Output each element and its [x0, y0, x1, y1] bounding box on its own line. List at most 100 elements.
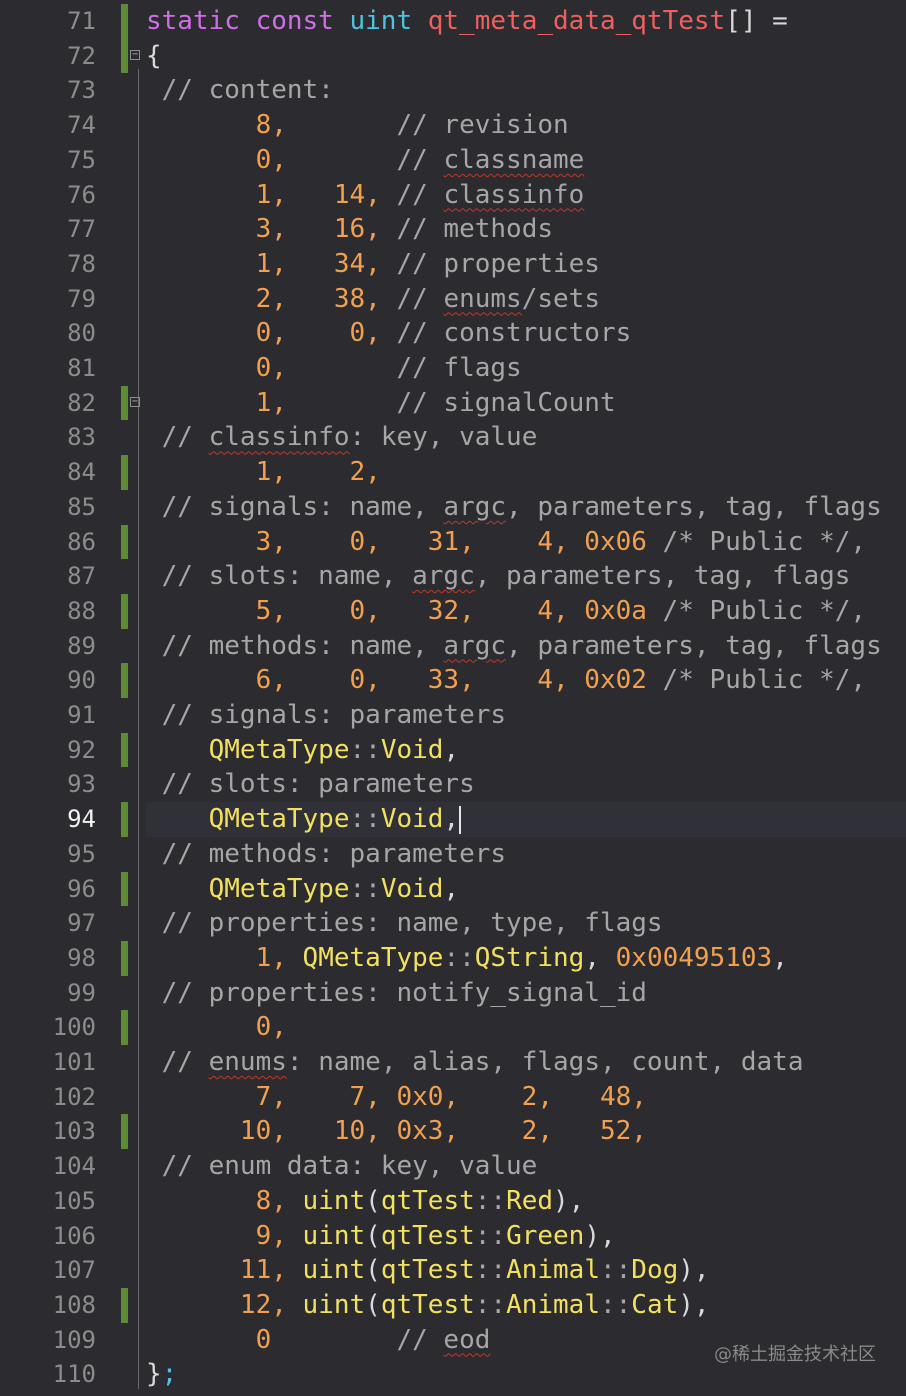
code-line[interactable]: 79 2, 38, // enums/sets [0, 282, 906, 317]
line-number: 71 [67, 7, 96, 35]
code-line[interactable]: 84 1, 2, [0, 455, 906, 490]
code-text[interactable]: // enum data: key, value [146, 1149, 538, 1184]
code-line[interactable]: 71 static const uint qt_meta_data_qtTest[… [0, 4, 906, 39]
code-text[interactable]: // slots: name, argc, parameters, tag, f… [146, 559, 851, 594]
line-number: 92 [67, 735, 96, 764]
code-text[interactable]: 10, 10, 0x3, 2, 52, [146, 1114, 647, 1149]
code-text[interactable]: // signals: name, argc, parameters, tag,… [146, 490, 882, 525]
code-text[interactable]: // properties: notify_signal_id [146, 976, 647, 1011]
code-line[interactable]: 83 // classinfo: key, value [0, 420, 906, 455]
code-line[interactable]: 73 // content: [0, 73, 906, 108]
code-text[interactable]: 0, // flags [146, 351, 522, 386]
code-line[interactable]: 91 // signals: parameters [0, 698, 906, 733]
code-text[interactable]: // properties: name, type, flags [146, 906, 663, 941]
code-editor[interactable]: 71 static const uint qt_meta_data_qtTest[… [0, 0, 906, 1396]
line-number: 73 [67, 76, 96, 105]
line-number: 85 [67, 492, 96, 521]
code-line[interactable]: 92 QMetaType::Void, [0, 732, 906, 768]
code-text[interactable]: 1, // signalCount [146, 386, 616, 421]
code-text[interactable]: 1, 2, [146, 455, 381, 490]
code-line[interactable]: 89 // methods: name, argc, parameters, t… [0, 629, 906, 664]
code-line[interactable]: 105 8, uint(qtTest::Red), [0, 1184, 906, 1219]
code-text[interactable]: 0, 0, // constructors [146, 316, 632, 351]
code-line[interactable]: 75 0, // classname [0, 143, 906, 178]
code-line[interactable]: 93 // slots: parameters [0, 767, 906, 802]
change-marker [121, 802, 128, 837]
code-text[interactable]: 0 // eod [146, 1323, 491, 1358]
code-line[interactable]: 77 3, 16, // methods [0, 212, 906, 247]
code-text[interactable]: 3, 16, // methods [146, 212, 553, 247]
code-text[interactable]: QMetaType::Void, [146, 733, 459, 768]
code-text[interactable]: 3, 0, 31, 4, 0x06 /* Public */, [146, 525, 867, 560]
code-text[interactable]: // methods: parameters [146, 837, 506, 872]
line-number: 91 [67, 701, 96, 729]
line-number: 77 [67, 215, 96, 244]
code-line[interactable]: 80 0, 0, // constructors [0, 316, 906, 351]
code-line[interactable]: 85 // signals: name, argc, parameters, t… [0, 490, 906, 525]
code-line[interactable]: 106 9, uint(qtTest::Green), [0, 1219, 906, 1254]
code-text[interactable]: 1, 14, // classinfo [146, 178, 585, 213]
code-line[interactable]: 108 12, uint(qtTest::Animal::Cat), [0, 1287, 906, 1323]
code-text[interactable]: 1, QMetaType::QString, 0x00495103, [146, 941, 788, 976]
code-line[interactable]: 97 // properties: name, type, flags [0, 906, 906, 941]
code-line[interactable]: 102 7, 7, 0x0, 2, 48, [0, 1080, 906, 1115]
code-text[interactable]: // slots: parameters [146, 767, 475, 802]
line-number: 107 [52, 1256, 96, 1285]
code-text[interactable]: 11, uint(qtTest::Animal::Dog), [146, 1253, 710, 1288]
watermark: @稀土掘金技术社区 [714, 1344, 876, 1365]
code-line[interactable]: 96 QMetaType::Void, [0, 871, 906, 907]
code-line[interactable]: 107 11, uint(qtTest::Animal::Dog), [0, 1253, 906, 1288]
code-text[interactable]: 8, uint(qtTest::Red), [146, 1184, 585, 1219]
code-text[interactable]: 6, 0, 33, 4, 0x02 /* Public */, [146, 663, 867, 698]
code-line[interactable]: 86 3, 0, 31, 4, 0x06 /* Public */, [0, 524, 906, 560]
code-text[interactable]: 7, 7, 0x0, 2, 48, [146, 1080, 647, 1115]
code-line[interactable]: 100 0, [0, 1010, 906, 1045]
code-line[interactable]: 95 // methods: parameters [0, 837, 906, 872]
code-text[interactable]: QMetaType::Void, [146, 872, 459, 907]
code-text[interactable]: 2, 38, // enums/sets [146, 282, 600, 317]
code-text[interactable]: static const uint qt_meta_data_qtTest[] … [146, 4, 788, 39]
code-text[interactable]: 0, // classname [146, 143, 585, 178]
code-text[interactable]: // methods: name, argc, parameters, tag,… [146, 629, 882, 664]
change-marker [121, 1114, 128, 1150]
line-number: 110 [52, 1360, 96, 1389]
code-line[interactable]: 90 6, 0, 33, 4, 0x02 /* Public */, [0, 663, 906, 698]
code-text[interactable]: // classinfo: key, value [146, 420, 538, 455]
code-line[interactable]: 88 5, 0, 32, 4, 0x0a /* Public */, [0, 593, 906, 629]
code-line[interactable]: 104 // enum data: key, value [0, 1149, 906, 1184]
change-marker [121, 940, 128, 976]
code-text[interactable]: 12, uint(qtTest::Animal::Cat), [146, 1288, 710, 1323]
line-number: 89 [67, 631, 96, 660]
code-text[interactable]: 0, [146, 1010, 287, 1045]
code-line[interactable]: 76 1, 14, // classinfo [0, 178, 906, 213]
code-line[interactable]: 74 8, // revision [0, 108, 906, 143]
fold-toggle-icon[interactable] [130, 396, 140, 407]
code-text[interactable]: 1, 34, // properties [146, 247, 600, 282]
code-text[interactable]: 5, 0, 32, 4, 0x0a /* Public */, [146, 594, 867, 629]
code-text[interactable]: // enums: name, alias, flags, count, dat… [146, 1045, 804, 1080]
line-number: 108 [52, 1290, 96, 1319]
line-number: 109 [52, 1325, 96, 1354]
line-number: 78 [67, 249, 96, 278]
code-line[interactable]: 87 // slots: name, argc, parameters, tag… [0, 559, 906, 594]
code-text[interactable]: 9, uint(qtTest::Green), [146, 1219, 616, 1254]
code-line[interactable]: 103 10, 10, 0x3, 2, 52, [0, 1114, 906, 1150]
fold-toggle-icon[interactable] [130, 49, 140, 60]
code-text[interactable]: 8, // revision [146, 108, 569, 143]
code-text[interactable]: }; [146, 1357, 177, 1392]
code-line[interactable]: 82 1, // signalCount [0, 385, 906, 421]
code-line[interactable]: 81 0, // flags [0, 351, 906, 386]
code-line[interactable]: 94 QMetaType::Void, [0, 802, 906, 837]
line-number: 95 [67, 839, 96, 868]
code-line[interactable]: 78 1, 34, // properties [0, 247, 906, 282]
line-number: 97 [67, 909, 96, 938]
code-line[interactable]: 101 // enums: name, alias, flags, count,… [0, 1045, 906, 1080]
code-text[interactable]: // signals: parameters [146, 698, 506, 733]
code-line[interactable]: 98 1, QMetaType::QString, 0x00495103, [0, 940, 906, 976]
code-text[interactable]: { [146, 39, 162, 74]
code-text[interactable]: QMetaType::Void, [146, 802, 462, 837]
line-number: 90 [67, 666, 96, 695]
code-line[interactable]: 72 { [0, 38, 906, 74]
code-line[interactable]: 99 // properties: notify_signal_id [0, 976, 906, 1011]
code-text[interactable]: // content: [146, 73, 334, 108]
